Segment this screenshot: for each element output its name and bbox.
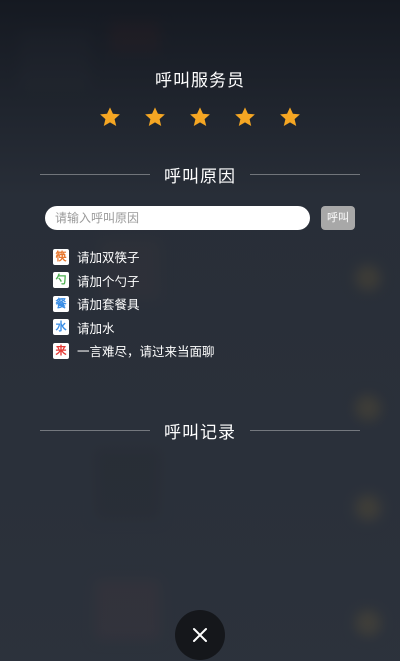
quick-reason-tableware[interactable]: 餐 请加套餐具 — [53, 292, 353, 316]
divider — [40, 430, 150, 431]
dialog-title: 呼叫服务员 — [155, 71, 245, 91]
star-icon[interactable] — [279, 106, 301, 128]
quick-reason-come-over[interactable]: 来 一言难尽，请过来当面聊 — [53, 339, 353, 363]
water-badge-icon: 水 — [53, 319, 69, 336]
quick-reason-chopsticks[interactable]: 筷 请加双筷子 — [53, 245, 353, 269]
quick-reason-label: 一言难尽，请过来当面聊 — [77, 344, 215, 360]
quick-reason-label: 请加双筷子 — [77, 250, 140, 266]
star-icon[interactable] — [99, 106, 121, 128]
divider — [250, 174, 360, 175]
quick-reason-water[interactable]: 水 请加水 — [53, 316, 353, 340]
quick-reason-label: 请加水 — [77, 320, 115, 336]
history-heading: 呼叫记录 — [164, 423, 236, 443]
quick-reasons-list: 筷 请加双筷子 勺 请加个勺子 餐 请加套餐具 水 请加水 来 一言难尽，请过来… — [53, 245, 353, 363]
divider — [250, 430, 360, 431]
close-icon — [193, 628, 207, 642]
call-button[interactable]: 呼叫 — [321, 206, 355, 230]
history-section-header: 呼叫记录 — [40, 418, 360, 443]
reason-section-header: 呼叫原因 — [40, 162, 360, 187]
reason-heading: 呼叫原因 — [164, 167, 236, 187]
quick-reason-spoon[interactable]: 勺 请加个勺子 — [53, 269, 353, 293]
tableware-badge-icon: 餐 — [53, 295, 69, 312]
call-waiter-dialog: 呼叫服务员 呼叫原因 呼叫 筷 请加双筷子 勺 请加个勺子 餐 请加套餐具 水 … — [0, 0, 400, 661]
spoon-badge-icon: 勺 — [53, 272, 69, 289]
come-badge-icon: 来 — [53, 342, 69, 359]
reason-input[interactable] — [45, 206, 310, 230]
divider — [40, 174, 150, 175]
quick-reason-label: 请加个勺子 — [77, 273, 140, 289]
rating-stars[interactable] — [0, 106, 400, 128]
reason-input-row: 呼叫 — [45, 206, 355, 231]
star-icon[interactable] — [144, 106, 166, 128]
chopsticks-badge-icon: 筷 — [53, 248, 69, 265]
quick-reason-label: 请加套餐具 — [77, 297, 140, 313]
close-button[interactable] — [175, 610, 225, 660]
star-icon[interactable] — [189, 106, 211, 128]
star-icon[interactable] — [234, 106, 256, 128]
